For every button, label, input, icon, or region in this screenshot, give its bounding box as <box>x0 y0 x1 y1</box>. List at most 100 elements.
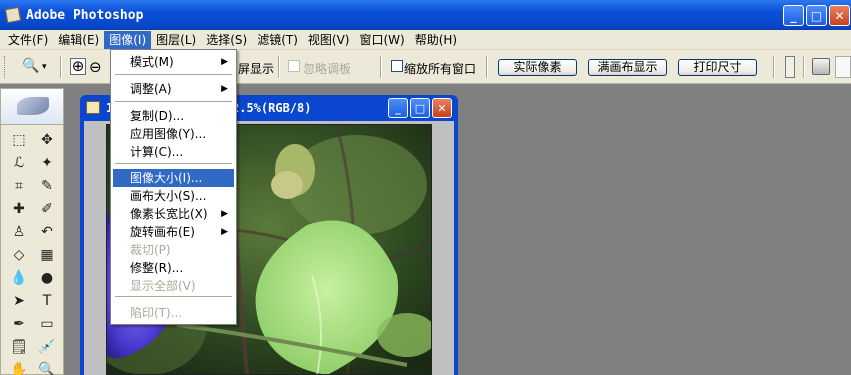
image-menu-item-2[interactable]: 复制(D)... <box>113 107 234 125</box>
options-separator <box>486 56 488 78</box>
type-tool-icon[interactable]: T <box>34 290 60 311</box>
menu-file[interactable]: 文件(F) <box>3 31 53 49</box>
dodge-tool-icon[interactable]: ● <box>34 267 60 288</box>
eraser-tool-icon[interactable]: ◇ <box>6 244 32 265</box>
photoshop-feather-logo <box>17 97 49 115</box>
options-separator <box>803 56 805 78</box>
tool-preset-chevron-down-icon[interactable]: ▾ <box>42 62 47 72</box>
eyedropper-tool-icon[interactable]: 💉 <box>34 336 60 357</box>
image-menu-item-6[interactable]: 画布大小(S)... <box>113 187 234 205</box>
crop-tool-icon[interactable]: ⌗ <box>6 175 32 196</box>
gradient-tool-icon[interactable]: ▦ <box>34 244 60 265</box>
menu-bar: 文件(F) 编辑(E) 图像(I) 图层(L) 选择(S) 滤镜(T) 视图(V… <box>0 30 851 50</box>
path-selection-tool-icon[interactable]: ➤ <box>6 290 32 311</box>
menu-layer[interactable]: 图层(L) <box>151 31 201 49</box>
pen-tool-icon[interactable]: ✒ <box>6 313 32 334</box>
image-menu-item-9: 裁切(P) <box>113 241 234 259</box>
image-menu-item-label: 陷印(T)... <box>130 306 183 320</box>
image-menu-item-5[interactable]: 图像大小(I)... <box>113 169 234 187</box>
menu-divider <box>115 163 232 164</box>
image-menu-item-8[interactable]: 旋转画布(E) ▶ <box>113 223 234 241</box>
image-menu-item-7[interactable]: 像素长宽比(X) ▶ <box>113 205 234 223</box>
menu-image[interactable]: 图像(I) <box>104 30 152 49</box>
image-menu-item-label: 调整(A) <box>130 82 172 96</box>
menu-edit[interactable]: 编辑(E) <box>53 31 104 49</box>
magic-wand-tool-icon[interactable]: ✦ <box>34 152 60 173</box>
image-menu-dropdown: 模式(M) ▶ 调整(A) ▶ 复制(D)... 应用图像(Y)... 计算(C)... 图像… <box>110 49 237 325</box>
image-menu-item-0[interactable]: 模式(M) ▶ <box>113 53 234 71</box>
palette-well-edge <box>785 56 795 78</box>
image-menu-item-label: 复制(D)... <box>130 109 185 123</box>
notes-tool-icon[interactable]: 🗒 <box>6 336 32 357</box>
tool-grid: ⬚ ✥ ℒ ✦ ⌗ ✎ ✚ ✐ ♙ ↶ ◇ ▦ 💧 ● ➤ T ✒ ▭ 🗒 💉 ✋ 🔍 <box>1 125 63 375</box>
doc-close-button[interactable]: ✕ <box>432 98 452 118</box>
print-size-button[interactable]: 打印尺寸 <box>678 59 757 76</box>
image-menu-item-label: 应用图像(Y)... <box>130 127 207 141</box>
options-separator <box>60 56 62 78</box>
zoom-out-icon[interactable]: ⊖ <box>89 58 102 76</box>
ignore-palettes-checkbox <box>288 60 300 72</box>
healing-brush-tool-icon[interactable]: ✚ <box>6 198 32 219</box>
history-brush-tool-icon[interactable]: ↶ <box>34 221 60 242</box>
maximize-button[interactable]: □ <box>806 5 827 26</box>
image-menu-item-3[interactable]: 应用图像(Y)... <box>113 125 234 143</box>
doc-maximize-button[interactable]: □ <box>410 98 430 118</box>
ignore-palettes-label: 忽略调板 <box>303 62 352 76</box>
image-menu-item-label: 显示全部(V) <box>130 279 196 293</box>
menu-filter[interactable]: 滤镜(T) <box>252 31 303 49</box>
image-menu-item-label: 模式(M) <box>130 55 174 69</box>
submenu-arrow-icon: ▶ <box>221 57 228 67</box>
shape-tool-icon[interactable]: ▭ <box>34 313 60 334</box>
hand-tool-icon[interactable]: ✋ <box>6 359 32 375</box>
app-title: Adobe Photoshop <box>26 7 144 23</box>
file-browser-icon[interactable] <box>812 58 830 75</box>
image-menu-item-label: 修整(R)... <box>130 261 184 275</box>
move-tool-icon[interactable]: ✥ <box>34 129 60 150</box>
image-menu-item-4[interactable]: 计算(C)... <box>113 143 234 161</box>
submenu-arrow-icon: ▶ <box>221 84 228 94</box>
menu-help[interactable]: 帮助(H) <box>410 31 462 49</box>
zoom-all-windows-checkbox[interactable] <box>391 60 403 72</box>
fit-screen-label[interactable]: 屏显示 <box>238 60 274 77</box>
photoshop-app-icon <box>4 6 22 24</box>
menu-view[interactable]: 视图(V) <box>303 31 355 49</box>
image-menu-item-1[interactable]: 调整(A) ▶ <box>113 80 234 98</box>
image-menu-item-label: 像素长宽比(X) <box>130 207 208 221</box>
image-menu-item-12: 陷印(T)... <box>113 304 234 322</box>
document-title: 2.5%(RGB/8) <box>232 101 312 115</box>
blur-tool-icon[interactable]: 💧 <box>6 267 32 288</box>
zoom-all-windows-label[interactable]: 缩放所有窗口 <box>404 60 476 77</box>
menu-divider <box>115 74 232 75</box>
image-menu-item-label: 裁切(P) <box>130 243 171 257</box>
options-separator <box>380 56 382 78</box>
options-bar-grip[interactable] <box>4 56 7 78</box>
close-button[interactable]: ✕ <box>829 5 850 26</box>
app-title-bar: Adobe Photoshop _ □ ✕ <box>0 0 851 30</box>
zoom-tool-icon[interactable]: 🔍 <box>34 359 60 375</box>
brush-tool-icon[interactable]: ✐ <box>34 198 60 219</box>
palette-well-icon[interactable] <box>835 56 851 78</box>
image-menu-item-label: 计算(C)... <box>130 145 184 159</box>
zoom-icon[interactable]: 🔍 <box>22 58 39 74</box>
actual-pixels-button[interactable]: 实际像素 <box>498 59 577 76</box>
image-menu-item-label: 画布大小(S)... <box>130 189 207 203</box>
clone-stamp-tool-icon[interactable]: ♙ <box>6 221 32 242</box>
options-separator <box>773 56 775 78</box>
toolbox-header <box>1 89 63 125</box>
slice-tool-icon[interactable]: ✎ <box>34 175 60 196</box>
fit-on-screen-button[interactable]: 满画布显示 <box>588 59 667 76</box>
zoom-in-icon[interactable]: ⊕ <box>70 58 86 75</box>
menu-select[interactable]: 选择(S) <box>201 31 252 49</box>
image-menu-item-label: 图像大小(I)... <box>130 171 203 185</box>
minimize-button[interactable]: _ <box>783 5 804 26</box>
menu-window[interactable]: 窗口(W) <box>354 31 409 49</box>
image-menu-item-10[interactable]: 修整(R)... <box>113 259 234 277</box>
menu-divider <box>115 296 232 297</box>
submenu-arrow-icon: ▶ <box>221 209 228 219</box>
options-separator <box>278 56 280 78</box>
doc-minimize-button[interactable]: _ <box>388 98 408 118</box>
document-icon <box>86 101 100 114</box>
submenu-arrow-icon: ▶ <box>221 227 228 237</box>
marquee-tool-icon[interactable]: ⬚ <box>6 129 32 150</box>
lasso-tool-icon[interactable]: ℒ <box>6 152 32 173</box>
